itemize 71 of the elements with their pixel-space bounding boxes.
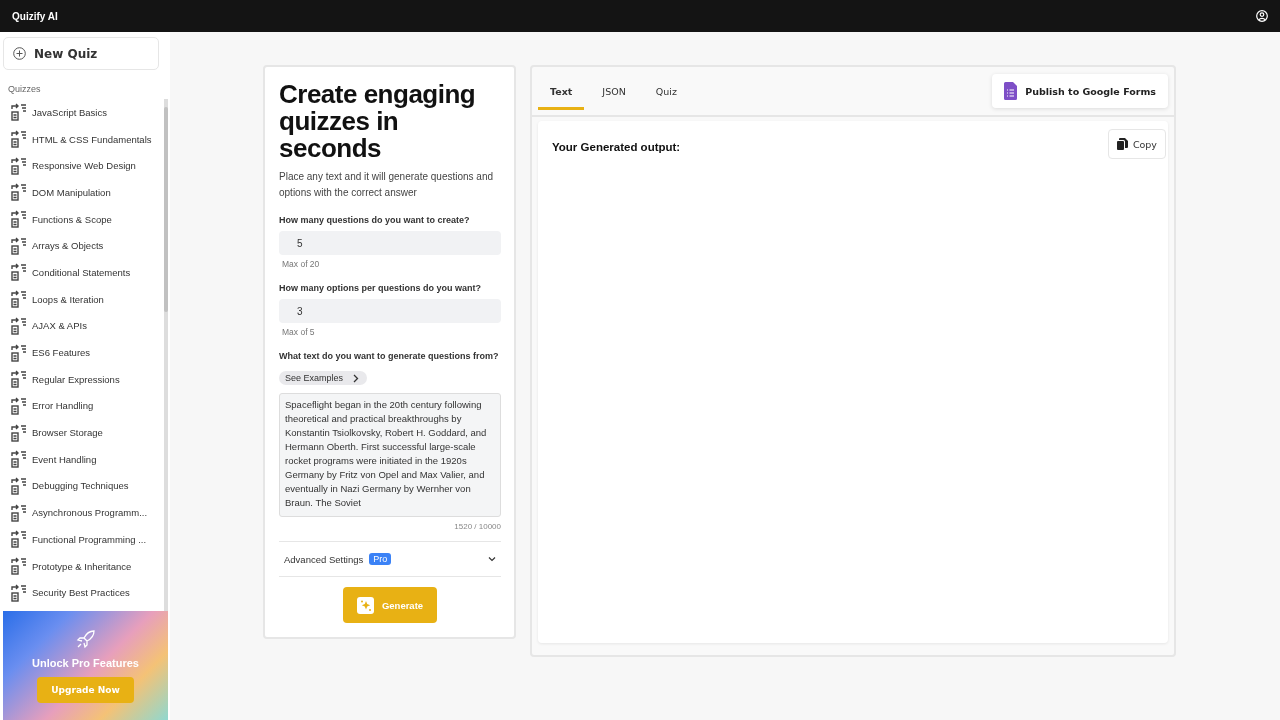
source-text-field[interactable]: Spaceflight began in the 20th century following theoretical and practical breakthroughs by Konstantin Tsiolkovsky, Robert H. Goddard, and Hermann Oberth. First successful large-scale rocket programs were initiated in the 1920s Germany by Fritz von Opel and Max Valier, and eventually in Nazi Germany by Wernher von Braun. The Soviet [279,393,501,517]
output-tab[interactable]: Text [538,76,585,110]
new-quiz-button[interactable]: New Quiz [3,37,159,70]
quiz-list-icon [10,130,28,149]
quiz-item[interactable]: Arrays & Objects [10,232,162,260]
quiz-list-icon [10,290,28,309]
quiz-list-icon [10,503,28,522]
quiz-list-icon [10,530,28,549]
quiz-item[interactable]: Security Best Practices [10,579,162,607]
quiz-item[interactable]: DOM Manipulation [10,179,162,206]
number-input[interactable]: 3 [279,299,501,323]
quiz-item[interactable]: Debugging Techniques [10,472,162,500]
quiz-list-icon [10,210,28,229]
output-heading: Your Generated output: [552,141,681,153]
quiz-item[interactable]: Asynchronous Programm... [10,499,162,526]
quiz-list-icon [10,450,28,469]
scrollbar[interactable] [164,99,168,611]
quiz-list-icon [10,236,28,255]
quiz-item[interactable]: Responsive Web Design [10,152,162,180]
output-tab[interactable]: Quiz [643,76,689,110]
quiz-list-icon [10,423,28,442]
advanced-settings-toggle[interactable]: Advanced Settings Pro [279,541,501,577]
quiz-item[interactable]: AJAX & APIs [10,312,162,340]
output-tab[interactable]: JSON [590,76,638,110]
field-label: What text do you want to generate questions from? [279,351,500,361]
quiz-list-icon [10,476,28,495]
character-count: 1520 / 10000 [453,522,501,531]
quiz-list-icon [10,557,28,576]
section-label: Quizzes [7,83,42,94]
app-title: Quizify AI [12,10,58,22]
quiz-item[interactable]: Loops & Iteration [10,285,162,313]
sparkle-icon [356,596,374,614]
plus-circle-icon [13,47,26,60]
field-hint: Max of 20 [282,259,321,269]
quiz-list-icon [10,263,28,282]
field-label: How many options per questions do you want? [279,283,482,293]
quiz-item[interactable]: Prototype & Inheritance [10,552,162,580]
field-hint: Max of 5 [282,327,316,337]
account-icon[interactable] [1256,10,1268,22]
quiz-item[interactable]: Functions & Scope [10,205,162,233]
quiz-list-icon [10,103,28,122]
quiz-item[interactable]: JavaScript Basics [10,99,162,126]
page-subtitle: Place any text and it will generate questions and options with the correct answer [279,170,495,200]
quiz-item[interactable]: Browser Storage [10,419,162,446]
copy-button[interactable]: Copy [1107,129,1166,159]
publish-button[interactable]: Publish to Google Forms [992,74,1168,108]
number-input[interactable]: 5 [279,231,501,255]
quiz-list-icon [10,370,28,389]
quiz-item[interactable]: Regular Expressions [10,365,162,393]
copy-icon [1116,138,1128,150]
quiz-item[interactable]: HTML & CSS Fundamentals [10,125,162,153]
quiz-item[interactable]: Conditional Statements [10,259,162,286]
quiz-list-icon [10,583,28,602]
form-document-icon [1004,82,1018,100]
chevron-right-icon [353,373,360,383]
quiz-list-icon [10,343,28,362]
promo-title: Unlock Pro Features [32,656,139,669]
quiz-list-icon [10,156,28,175]
see-examples-button[interactable]: See Examples [279,371,368,385]
quiz-list-icon [10,183,28,202]
quiz-item[interactable]: Event Handling [10,445,162,473]
quiz-item[interactable]: Functional Programming ... [10,526,162,553]
quiz-list-icon [10,316,28,335]
chevron-icon [488,556,496,562]
rocket-icon [75,628,96,649]
quiz-list-icon [10,396,28,415]
quiz-item[interactable]: Error Handling [10,392,162,420]
pro-badge: Pro [369,553,392,565]
field-label: How many questions do you want to create? [279,215,471,225]
quiz-item[interactable]: ES6 Features [10,339,162,366]
page-heading: Create engaging quizzes in seconds [279,81,477,162]
